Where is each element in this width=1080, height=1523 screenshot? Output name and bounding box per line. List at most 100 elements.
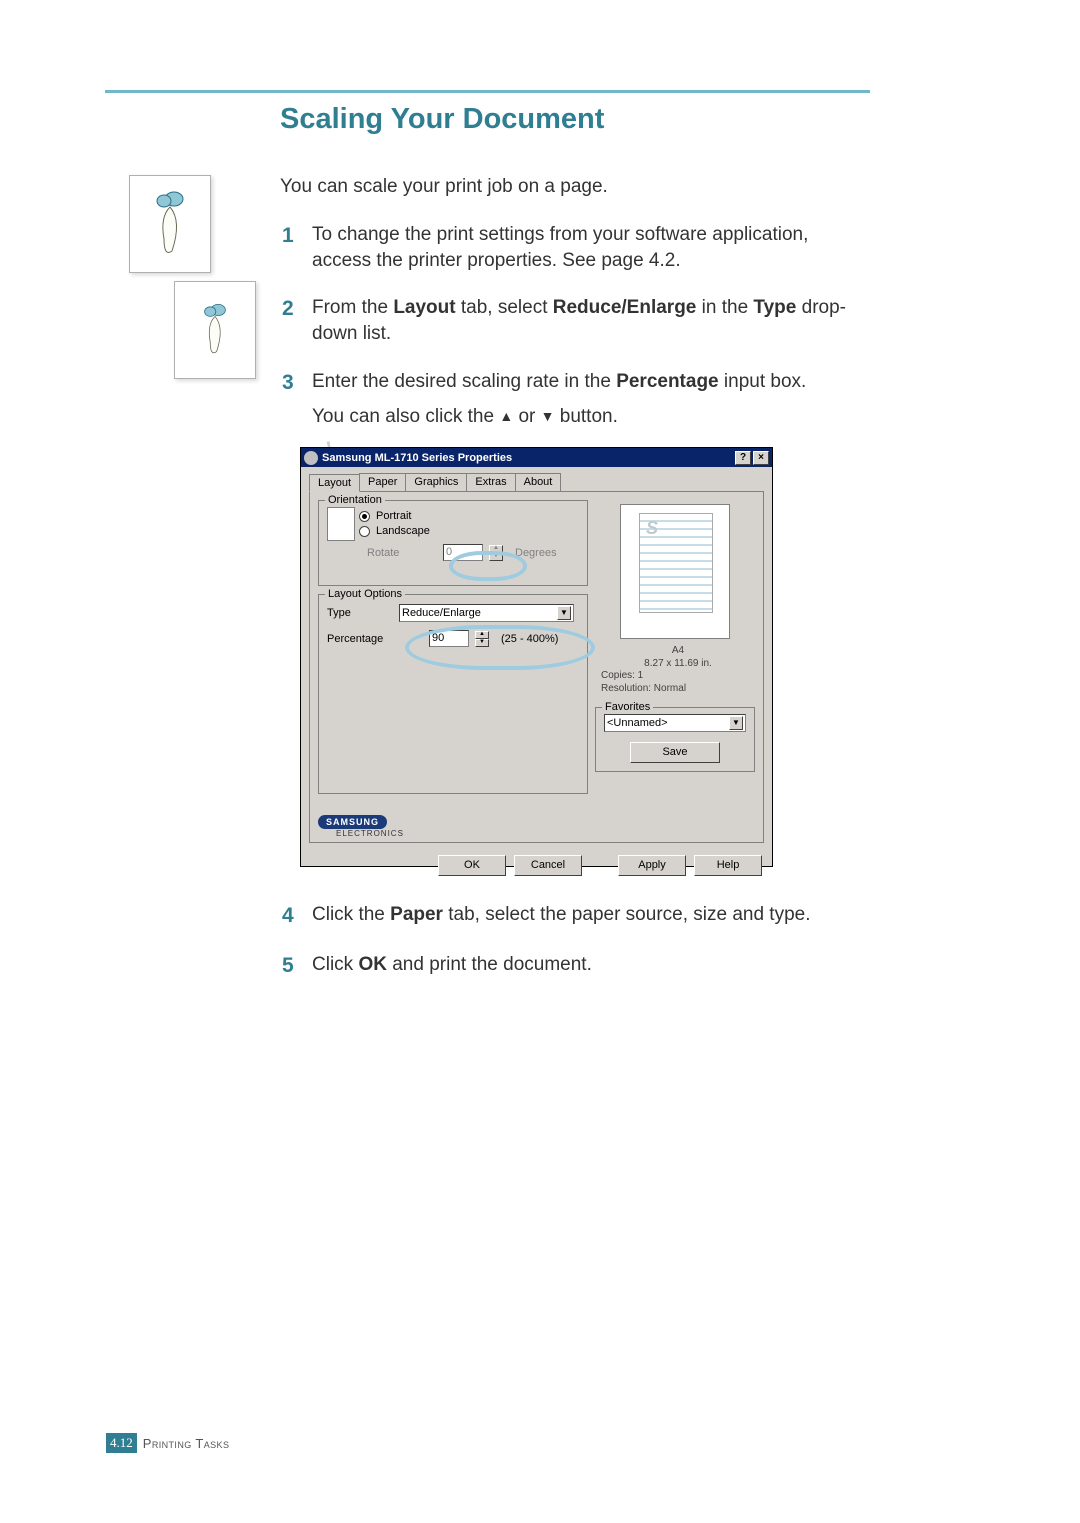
steps-list-upper: 1 To change the print settings from your… [282, 222, 857, 452]
t: tab, select [456, 297, 553, 318]
brand-name: SAMSUNG [318, 815, 387, 829]
help-title-button[interactable]: ? [735, 451, 751, 465]
steps-list-lower: 4 Click the Paper tab, select the paper … [282, 902, 857, 1003]
t: or [513, 406, 540, 427]
rotate-input[interactable]: 0 [443, 544, 483, 561]
preview-info: A4 8.27 x 11.69 in. Copies: 1 Resolution… [595, 645, 755, 695]
t: input box. [719, 371, 807, 392]
close-title-button[interactable]: × [753, 451, 769, 465]
dialog-footer: OK Cancel Apply Help [301, 851, 772, 884]
save-button[interactable]: Save [630, 742, 720, 763]
t-bold: Reduce/Enlarge [553, 297, 697, 318]
carrot-icon [199, 302, 231, 358]
preview-copies: Copies: 1 [601, 670, 755, 683]
percentage-label: Percentage [327, 633, 423, 645]
step-4: 4 Click the Paper tab, select the paper … [282, 902, 857, 930]
favorites-combo[interactable]: <Unnamed> ▼ [604, 714, 746, 732]
group-title: Orientation [325, 494, 385, 506]
combo-value: <Unnamed> [607, 717, 668, 729]
page-footer: 4.12 Printing Tasks [106, 1433, 229, 1453]
step-number: 1 [282, 222, 312, 273]
t-bold: Percentage [616, 371, 718, 392]
header-rule [105, 90, 870, 93]
tab-graphics[interactable]: Graphics [405, 473, 467, 491]
step-number: 2 [282, 295, 312, 346]
brand-logo: SAMSUNG ELECTRONICS [318, 815, 404, 838]
radio-label: Landscape [376, 525, 430, 537]
group-title: Layout Options [325, 588, 405, 600]
t: in the [696, 297, 753, 318]
group-title: Favorites [602, 701, 653, 713]
orientation-thumb-icon [327, 507, 355, 541]
t: button. [554, 406, 617, 427]
tab-about[interactable]: About [515, 473, 562, 491]
dialog-titlebar[interactable]: Samsung ML-1710 Series Properties ? × [301, 448, 772, 467]
step-3: 3 Enter the desired scaling rate in the … [282, 369, 857, 430]
carrot-large-box [129, 175, 211, 273]
ok-button[interactable]: OK [438, 855, 506, 876]
step-number: 5 [282, 952, 312, 980]
preview-resolution: Resolution: Normal [601, 683, 755, 696]
t: and print the document. [387, 954, 592, 975]
percentage-input[interactable]: 90 [429, 630, 469, 647]
printer-icon [304, 451, 318, 465]
radio-label: Portrait [376, 510, 411, 522]
tab-paper[interactable]: Paper [359, 473, 406, 491]
step-subtext: You can also click the ▲ or ▼ button. [312, 404, 857, 430]
preview-dimensions: 8.27 x 11.69 in. [601, 658, 755, 671]
step-number: 4 [282, 902, 312, 930]
printer-properties-dialog: Samsung ML-1710 Series Properties ? × La… [300, 447, 773, 867]
step-5: 5 Click OK and print the document. [282, 952, 857, 980]
spin-down-icon[interactable]: ▼ [489, 553, 503, 561]
dialog-body: Orientation Portrait Landscape Rotate 0 … [309, 491, 764, 843]
orientation-group: Orientation Portrait Landscape Rotate 0 … [318, 500, 588, 586]
step-2: 2 From the Layout tab, select Reduce/Enl… [282, 295, 857, 346]
step-1: 1 To change the print settings from your… [282, 222, 857, 273]
margin-illustration: ➘ [119, 175, 259, 379]
step-text: From the Layout tab, select Reduce/Enlar… [312, 295, 857, 346]
page-number-badge: 4.12 [106, 1433, 137, 1453]
step-text: Enter the desired scaling rate in the Pe… [312, 369, 857, 430]
tab-extras[interactable]: Extras [466, 473, 515, 491]
radio-portrait[interactable] [359, 511, 370, 522]
favorites-group: Favorites <Unnamed> ▼ Save [595, 707, 755, 772]
t-bold: OK [358, 954, 387, 975]
spin-down-icon[interactable]: ▼ [475, 639, 489, 647]
dialog-tabs: Layout Paper Graphics Extras About [301, 467, 772, 491]
apply-button[interactable]: Apply [618, 855, 686, 876]
type-combo[interactable]: Reduce/Enlarge ▼ [399, 604, 574, 622]
carrot-icon [150, 189, 190, 259]
up-triangle-icon: ▲ [499, 407, 513, 426]
step-number: 3 [282, 369, 312, 430]
t: Click the [312, 904, 390, 925]
section-name: Printing Tasks [143, 1436, 230, 1451]
tab-layout[interactable]: Layout [309, 474, 360, 492]
t: tab, select the paper source, size and t… [443, 904, 811, 925]
t: From the [312, 297, 393, 318]
step-text: Click the Paper tab, select the paper so… [312, 902, 857, 930]
chevron-down-icon[interactable]: ▼ [729, 716, 743, 730]
preview-s-icon: S [646, 518, 658, 539]
t-bold: Layout [393, 297, 455, 318]
step-text: Click OK and print the document. [312, 952, 857, 980]
down-triangle-icon: ▼ [541, 407, 555, 426]
t: Click [312, 954, 358, 975]
t: You can also click the [312, 406, 499, 427]
help-button[interactable]: Help [694, 855, 762, 876]
spin-up-icon[interactable]: ▲ [489, 545, 503, 553]
t-bold: Type [753, 297, 796, 318]
intro-text: You can scale your print job on a page. [280, 176, 608, 198]
chevron-down-icon[interactable]: ▼ [557, 606, 571, 620]
brand-sub: ELECTRONICS [336, 829, 404, 838]
radio-landscape[interactable] [359, 526, 370, 537]
preview-page-icon: S [639, 513, 713, 613]
rotate-label: Rotate [367, 547, 437, 559]
percentage-range: (25 - 400%) [501, 633, 558, 645]
combo-value: Reduce/Enlarge [402, 607, 481, 619]
step-text: To change the print settings from your s… [312, 222, 857, 273]
preview-papersize: A4 [601, 645, 755, 658]
carrot-small-box [174, 281, 256, 379]
spin-up-icon[interactable]: ▲ [475, 631, 489, 639]
layout-options-group: Layout Options Type Reduce/Enlarge ▼ Per… [318, 594, 588, 794]
cancel-button[interactable]: Cancel [514, 855, 582, 876]
